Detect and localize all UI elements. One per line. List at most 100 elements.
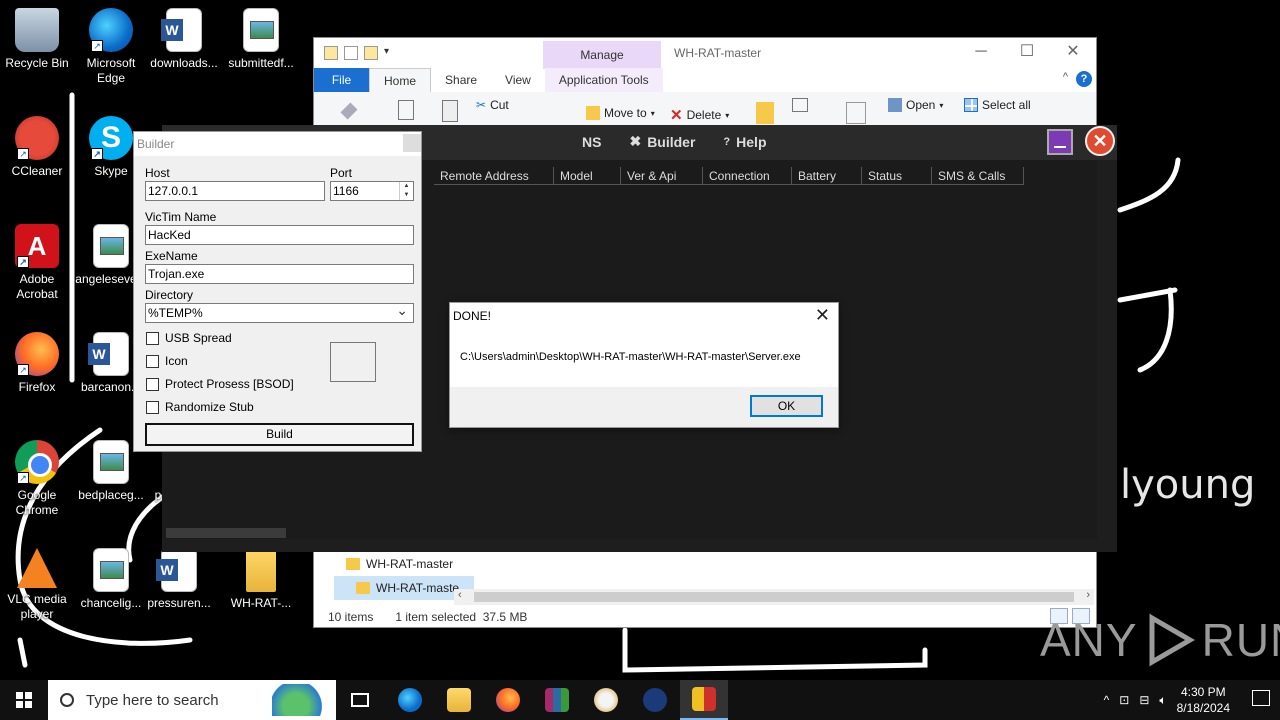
new-folder-icon[interactable]	[364, 46, 378, 60]
builder-close-button[interactable]	[403, 134, 421, 152]
build-button[interactable]: Build	[145, 423, 414, 446]
column-header[interactable]: Connection	[703, 167, 792, 185]
minimize-icon[interactable]: ─	[958, 38, 1004, 68]
tab-file[interactable]: File	[314, 68, 369, 92]
properties-ribbon-icon[interactable]	[846, 102, 866, 124]
desktop-icon-acrobat[interactable]: A ↗ Adobe Acrobat	[1, 224, 73, 302]
network-icon[interactable]: ⊡	[1119, 693, 1129, 707]
directory-select[interactable]: %TEMP%	[145, 301, 414, 323]
taskbar-file-explorer[interactable]	[435, 680, 483, 720]
column-header[interactable]: Remote Address	[434, 167, 554, 185]
rat-app-icon	[692, 687, 716, 711]
menu-item-help[interactable]: ? Help	[723, 133, 766, 150]
horizontal-scrollbar[interactable]	[162, 526, 1097, 539]
paste-icon[interactable]	[442, 100, 458, 122]
new-item-icon[interactable]	[792, 98, 808, 112]
desktop-icon-submitted[interactable]: submittedf...	[225, 8, 297, 71]
column-header[interactable]: Status	[862, 167, 932, 185]
desktop-icon-chancelig[interactable]: chancelig...	[75, 548, 147, 611]
scrollbar-thumb[interactable]	[474, 592, 1074, 602]
close-icon[interactable]: ✕	[1050, 38, 1096, 68]
taskbar-paint[interactable]	[582, 680, 630, 720]
usb-spread-checkbox[interactable]: USB Spread	[146, 331, 232, 345]
new-folder-ribbon-icon[interactable]	[756, 102, 774, 124]
spin-arrows-icon[interactable]: ▲ ▼	[399, 182, 413, 200]
nav-item-wh-rat-master-sub[interactable]: WH-RAT-maste	[334, 576, 474, 600]
explorer-titlebar[interactable]: ▾ Manage WH-RAT-master ─ ☐ ✕	[314, 38, 1096, 69]
protect-process-checkbox[interactable]: Protect Prosess [BSOD]	[146, 377, 294, 391]
scrollbar-thumb[interactable]	[166, 528, 286, 538]
randomize-stub-checkbox[interactable]: Randomize Stub	[146, 400, 254, 414]
paint-icon	[594, 688, 618, 712]
collapse-ribbon-icon[interactable]: ^	[1063, 71, 1068, 83]
scroll-left-icon[interactable]: ‹	[458, 589, 462, 601]
image-file-icon	[93, 548, 129, 592]
volume-icon[interactable]: 🔈︎	[1159, 693, 1166, 708]
tab-home[interactable]: Home	[369, 68, 432, 92]
taskbar-edge[interactable]	[386, 680, 434, 720]
task-view-button[interactable]	[336, 680, 384, 720]
column-header[interactable]: Model	[554, 167, 621, 185]
victim-name-input[interactable]: HacKed	[145, 225, 414, 245]
close-icon[interactable]: ✕	[815, 305, 830, 326]
nav-item-wh-rat-master[interactable]: WH-RAT-master	[334, 552, 474, 576]
icon-preview[interactable]	[330, 342, 376, 382]
tab-application-tools[interactable]: Application Tools	[544, 68, 663, 92]
column-header[interactable]: Battery	[792, 167, 862, 185]
desktop-icon-pressuren[interactable]: pressuren...	[143, 548, 215, 611]
desktop-icon-vlc[interactable]: VLC media player	[1, 548, 73, 622]
shortcut-arrow-icon: ↗	[17, 256, 29, 268]
done-dialog[interactable]: DONE! ✕ C:\Users\admin\Desktop\WH-RAT-ma…	[449, 302, 839, 428]
taskbar-winrar[interactable]	[533, 680, 581, 720]
exe-name-input[interactable]: Trojan.exe	[145, 264, 414, 284]
taskbar-app-a[interactable]	[631, 680, 679, 720]
scroll-right-icon[interactable]: ›	[1086, 589, 1090, 601]
taskbar-firefox[interactable]	[484, 680, 532, 720]
delete-button[interactable]: ✕ Delete ▾	[670, 106, 729, 124]
maximize-icon[interactable]: ☐	[1004, 38, 1050, 68]
close-button[interactable]: ✕	[1085, 126, 1115, 156]
notification-icon[interactable]	[1252, 690, 1270, 706]
qa-dropdown-icon[interactable]: ▾	[384, 46, 389, 60]
move-to-button[interactable]: Move to ▾	[586, 106, 655, 120]
copy-icon[interactable]	[398, 100, 414, 120]
icon-label: chancelig...	[80, 596, 142, 610]
properties-icon[interactable]	[344, 46, 358, 60]
desktop-icon-chrome[interactable]: ↗ Google Chrome	[1, 440, 73, 518]
ethernet-icon[interactable]: ⊟	[1139, 693, 1149, 707]
taskbar-rat-app[interactable]	[680, 680, 728, 720]
column-header[interactable]: Ver & Api	[621, 167, 703, 185]
firefox-icon: ↗	[15, 332, 59, 376]
manage-tab[interactable]: Manage	[543, 41, 661, 69]
builder-window[interactable]: Builder Host 127.0.0.1 Port 1166 ▲ ▼ VicT…	[133, 131, 422, 452]
desktop-icon-ccleaner[interactable]: ↗ CCleaner	[1, 116, 73, 179]
menu-item-builder[interactable]: ✖ Builder	[629, 133, 695, 150]
select-all-button[interactable]: Select all	[964, 98, 1031, 112]
desktop-icon-recycle-bin[interactable]: Recycle Bin	[1, 8, 73, 71]
desktop-icon-firefox[interactable]: ↗ Firefox	[1, 332, 73, 395]
desktop-icon-wh-rat-zip[interactable]: WH-RAT-...	[225, 548, 297, 611]
minimize-button[interactable]	[1047, 129, 1073, 155]
start-button[interactable]	[0, 680, 48, 720]
tab-view[interactable]: View	[491, 68, 545, 92]
tray-overflow-icon[interactable]: ^	[1104, 693, 1110, 707]
pin-icon[interactable]	[340, 102, 358, 120]
column-header[interactable]: SMS & Calls	[932, 167, 1024, 185]
menu-item-ns[interactable]: NS	[582, 133, 601, 150]
tab-share[interactable]: Share	[431, 68, 491, 92]
port-stepper[interactable]: 1166 ▲ ▼	[330, 181, 414, 201]
open-button[interactable]: Open ▾	[888, 98, 943, 112]
help-icon[interactable]: ?	[1076, 71, 1092, 87]
host-input[interactable]: 127.0.0.1	[145, 181, 325, 201]
ok-button[interactable]: OK	[750, 395, 823, 417]
desktop-icon-downloads[interactable]: downloads...	[148, 8, 220, 71]
folder-icon[interactable]	[324, 46, 338, 60]
exe-name-label: ExeName	[145, 249, 198, 263]
icon-checkbox[interactable]: Icon	[146, 354, 188, 368]
builder-titlebar[interactable]: Builder	[134, 132, 421, 156]
taskbar-search[interactable]: Type here to search	[48, 680, 336, 720]
clock[interactable]: 4:30 PM 8/18/2024	[1177, 684, 1230, 716]
cut-button[interactable]: ✂ Cut	[476, 98, 509, 112]
horizontal-scrollbar[interactable]: ‹ ›	[454, 589, 1094, 605]
desktop-icon-edge[interactable]: ↗ Microsoft Edge	[75, 8, 147, 86]
